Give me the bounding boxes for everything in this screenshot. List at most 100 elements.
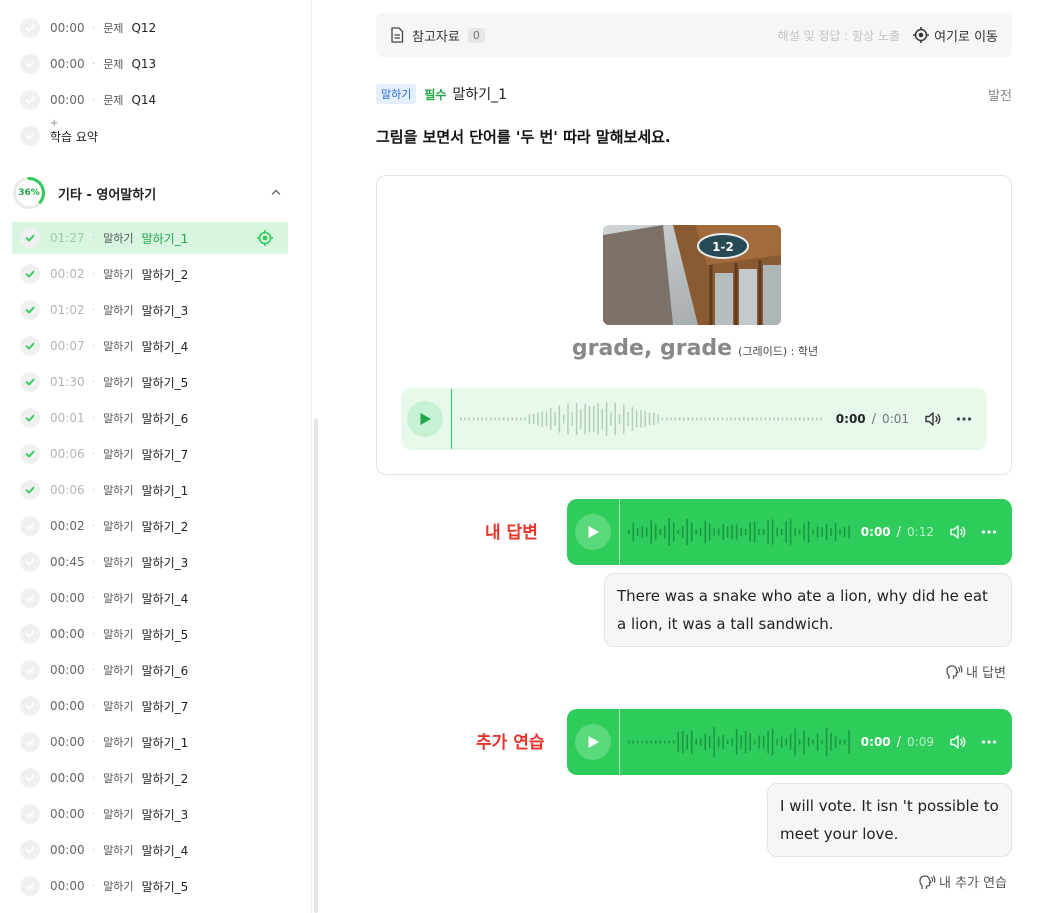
sidebar-item[interactable]: 00:00 · 말하기 말하기_4 [12,582,288,614]
sidebar-item[interactable]: 00:07 · 말하기 말하기_4 [12,330,288,362]
waveform-bar [663,740,666,744]
waveform-bar [820,417,822,421]
item-kind: 말하기 [103,268,134,281]
sidebar-item[interactable]: 00:01 · 말하기 말하기_6 [12,402,288,434]
sidebar-item[interactable]: 00:00 · 문제 Q14 [12,84,288,116]
audio-waveform[interactable] [628,722,853,762]
waveform-bar [830,527,832,537]
volume-icon[interactable] [948,522,968,542]
waveform-bar [460,417,462,421]
play-button[interactable] [575,724,611,760]
item-label: Q12 [131,21,157,35]
waveform-bar [816,733,819,751]
sidebar-item[interactable]: 00:00 · 말하기 말하기_1 [12,726,288,758]
sidebar-item[interactable]: 00:02 · 말하기 말하기_2 [12,510,288,542]
section-title: 기타 - 영어말하기 [58,187,157,203]
item-label: 말하기_1 [141,231,189,246]
waveform-bar [677,731,679,753]
waveform-bar [722,524,724,540]
item-label: Q13 [131,57,157,71]
section-header[interactable]: 36% 기타 - 영어말하기 [12,174,288,212]
sidebar-item-summary[interactable]: + 학습 요약 [12,118,288,152]
waveform-bar [735,729,738,755]
waveform-bar [672,740,675,744]
waveform-bar [740,527,742,537]
sidebar-item[interactable]: 01:02 · 말하기 말하기_3 [12,294,288,326]
item-label: 말하기_4 [141,843,189,858]
item-label: 말하기_5 [141,879,189,894]
waveform-bar [743,417,745,421]
waveform-bar [681,526,684,538]
item-kind: 말하기 [103,556,134,569]
item-time: 00:00 [50,57,85,71]
chevron-up-icon[interactable] [270,186,282,198]
answer-visibility-hint: 해설 및 정답 : 항상 노출 [777,28,901,43]
waveform-bar [661,417,664,421]
waveform-bar [641,740,643,744]
check-icon [20,552,40,572]
more-icon[interactable] [980,733,998,751]
prompt-card: 1-2 grade, grade (그레이드) : 학년 0:00 / 0:01 [376,175,1012,475]
sidebar-item[interactable]: 00:00 · 말하기 말하기_5 [12,870,288,902]
more-icon[interactable] [980,523,998,541]
item-label: 말하기_1 [141,735,189,750]
item-time: 00:01 [50,411,85,425]
waveform-bar [771,728,774,756]
goto-button[interactable]: 여기로 이동 [912,26,998,45]
waveform-bar [749,733,751,751]
sidebar-item[interactable]: 00:00 · 문제 Q12 [12,12,288,44]
waveform-bar [567,403,569,435]
waveform-bar [659,529,661,535]
sidebar-scrollbar[interactable] [314,418,318,913]
question-instruction: 그림을 보면서 단어를 '두 번' 따라 말해보세요. [376,128,671,146]
sidebar-item[interactable]: 00:00 · 말하기 말하기_2 [12,762,288,794]
sidebar-item[interactable]: 00:45 · 말하기 말하기_3 [12,546,288,578]
waveform-bar [554,412,556,426]
waveform-bar [747,417,749,421]
sidebar-item[interactable]: 00:06 · 말하기 말하기_7 [12,438,288,470]
waveform-bar [798,529,801,535]
more-icon[interactable] [955,410,973,428]
audio-waveform[interactable] [460,399,828,439]
sidebar-item[interactable]: 00:00 · 말하기 말하기_6 [12,654,288,686]
waveform-bar [825,523,828,541]
summary-label: 학습 요약 [50,129,98,144]
audio-waveform[interactable] [628,512,853,552]
play-button[interactable] [407,401,443,437]
waveform-bar [807,736,810,748]
sidebar-item[interactable]: 01:27 · 말하기 말하기_1 [12,222,288,254]
sidebar-item[interactable]: 00:00 · 말하기 말하기_7 [12,690,288,722]
sidebar-item[interactable]: 00:06 · 말하기 말하기_1 [12,474,288,506]
my-answer-caption: 내 답변 [945,662,1006,681]
waveform-bar [717,736,720,748]
sidebar-item[interactable]: 00:00 · 말하기 말하기_4 [12,834,288,866]
waveform-bar [803,730,805,754]
sidebar-item[interactable]: 00:00 · 문제 Q13 [12,48,288,80]
waveform-bar [794,728,796,756]
sidebar-item[interactable]: 00:00 · 말하기 말하기_5 [12,618,288,650]
locate-icon[interactable] [256,229,274,247]
item-label: 말하기_2 [141,771,189,786]
waveform-bar [636,527,639,537]
item-label: 말하기_4 [141,339,189,354]
waveform-bar [593,405,595,433]
question-name: 말하기_1 [452,87,508,103]
sidebar-item[interactable]: 00:02 · 말하기 말하기_2 [12,258,288,290]
waveform-bar [758,529,760,535]
waveform-bar [477,417,479,421]
check-icon [20,90,40,110]
waveform-bar [767,730,769,754]
reference-label[interactable]: 참고자료 [412,26,460,45]
sidebar-item[interactable]: 00:00 · 말하기 말하기_3 [12,798,288,830]
waveform-bar [803,417,805,421]
item-kind: 말하기 [103,808,134,821]
waveform-bar [789,519,792,545]
item-time: 00:45 [50,555,85,569]
waveform-bar [734,417,737,421]
waveform-bar [704,417,707,421]
volume-icon[interactable] [948,732,968,752]
volume-icon[interactable] [923,409,943,429]
item-kind: 말하기 [103,772,134,785]
sidebar-item[interactable]: 01:30 · 말하기 말하기_5 [12,366,288,398]
play-button[interactable] [575,514,611,550]
